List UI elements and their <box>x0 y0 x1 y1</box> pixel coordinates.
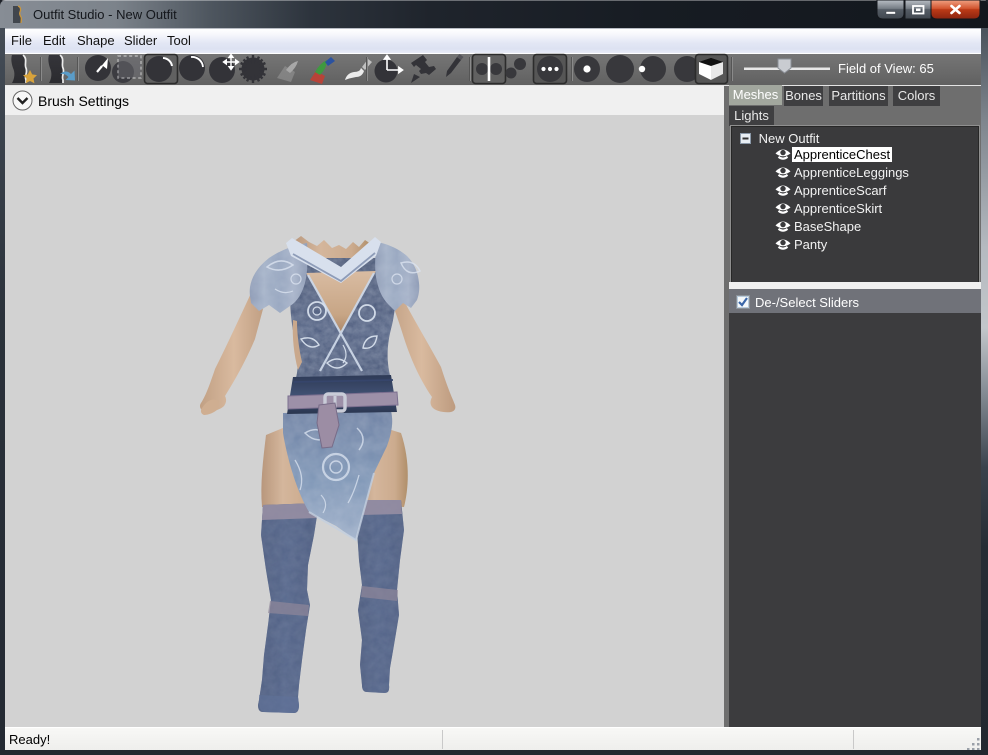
svg-text:Field of View: 65: Field of View: 65 <box>838 61 934 76</box>
